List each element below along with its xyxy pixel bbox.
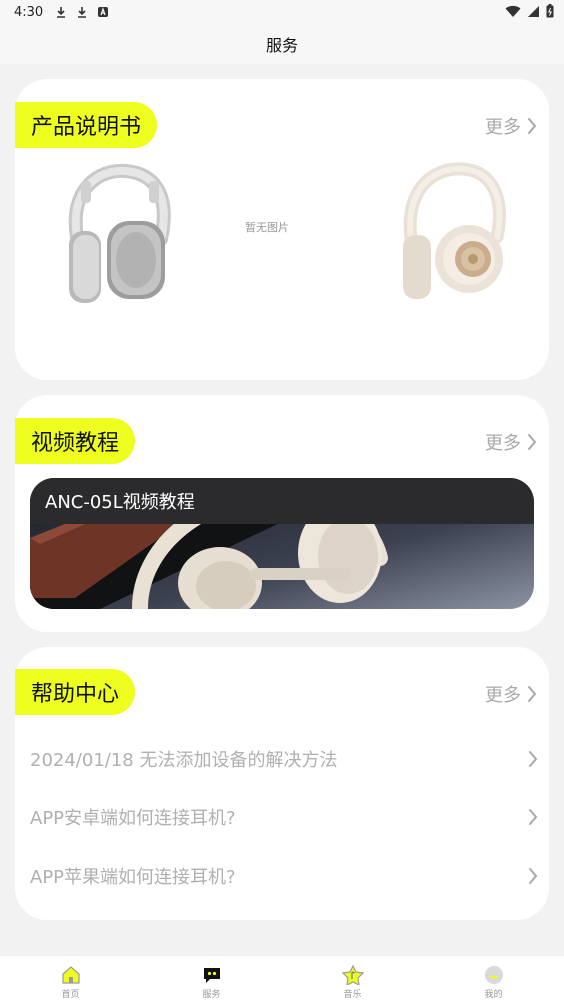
headphones-image: [68, 163, 171, 303]
tab-label: 我的: [484, 990, 503, 1000]
chevron-right-icon: [529, 868, 538, 884]
tab-music[interactable]: 音乐: [282, 956, 423, 1004]
tab-profile[interactable]: 我的: [423, 956, 564, 1004]
help-list-item[interactable]: APP苹果端如何连接耳机?: [30, 856, 538, 896]
signal-icon: [527, 5, 540, 22]
chevron-right-icon: [528, 118, 537, 134]
help-item-label: 2024/01/18 无法添加设备的解决方法: [30, 750, 338, 771]
status-bar: 4:30: [0, 0, 564, 24]
more-label: 更多: [485, 117, 521, 138]
tab-service[interactable]: 服务: [141, 956, 282, 1004]
help-card: 帮助中心 更多 2024/01/18 无法添加设备的解决方法 APP安卓端如何连…: [15, 647, 549, 920]
help-section-tag: 帮助中心: [15, 669, 136, 715]
video-item[interactable]: ANC-05L视频教程: [30, 478, 534, 609]
video-section-title: 视频教程: [31, 431, 120, 456]
video-card: 视频教程 更多 ANC-05L视频教程: [15, 395, 549, 632]
wifi-icon: [505, 5, 521, 22]
status-right: [505, 4, 554, 22]
chevron-right-icon: [529, 751, 538, 767]
help-item-label: APP苹果端如何连接耳机?: [30, 867, 236, 888]
help-list-item[interactable]: 2024/01/18 无法添加设备的解决方法: [30, 739, 538, 779]
home-icon: [61, 966, 80, 984]
video-more-link[interactable]: 更多: [485, 429, 537, 455]
chevron-right-icon: [528, 434, 537, 450]
video-item-title: ANC-05L视频教程: [45, 492, 195, 513]
download-icon: [55, 6, 67, 18]
music-icon: [341, 965, 364, 985]
header: 服务: [0, 24, 564, 64]
help-item-label: APP安卓端如何连接耳机?: [30, 808, 236, 829]
no-image-placeholder[interactable]: 暂无图片: [245, 219, 289, 235]
tab-label: 音乐: [343, 990, 362, 1000]
product-list: 暂无图片: [15, 159, 549, 309]
chevron-right-icon: [529, 809, 538, 825]
status-time: 4:30: [14, 4, 44, 20]
help-list-item[interactable]: APP安卓端如何连接耳机?: [30, 797, 538, 837]
more-label: 更多: [485, 685, 521, 706]
headphones-image: [403, 162, 506, 299]
profile-icon: [484, 966, 503, 984]
notification-a-icon: [97, 6, 109, 18]
help-more-link[interactable]: 更多: [485, 681, 537, 707]
manual-more-link[interactable]: 更多: [485, 113, 537, 139]
product-item-cream-headphones[interactable]: [393, 159, 523, 309]
product-item-silver-headphones[interactable]: [55, 159, 185, 309]
manual-card: 产品说明书 更多 暂无图片: [15, 79, 549, 380]
manual-section-title: 产品说明书: [31, 115, 142, 140]
download-icon: [76, 6, 88, 18]
manual-section-tag: 产品说明书: [15, 102, 158, 148]
more-label: 更多: [485, 433, 521, 454]
video-item-title-bar: ANC-05L视频教程: [30, 478, 534, 524]
tab-label: 服务: [202, 990, 221, 1000]
tab-label: 首页: [61, 990, 80, 1000]
service-icon: [203, 968, 220, 983]
bottom-tab-bar: 首页 服务 音乐 我的: [0, 955, 564, 1004]
battery-icon: [546, 4, 554, 22]
help-section-title: 帮助中心: [31, 682, 120, 707]
page-title: 服务: [265, 36, 298, 55]
no-image-label: 暂无图片: [245, 221, 289, 234]
tab-home[interactable]: 首页: [0, 956, 141, 1004]
chevron-right-icon: [528, 686, 537, 702]
video-section-tag: 视频教程: [15, 418, 136, 464]
